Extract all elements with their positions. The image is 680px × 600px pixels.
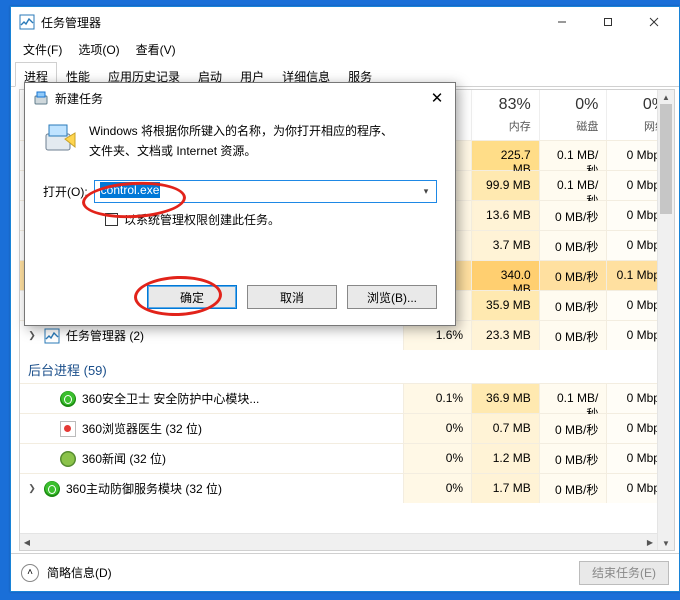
browse-button[interactable]: 浏览(B)... [347,285,437,309]
table-row[interactable]: 360安全卫士 安全防护中心模块... 0.1% 36.9 MB 0.1 MB/… [20,383,674,413]
task-manager-process-icon [44,328,60,344]
run-icon [43,121,77,155]
chevron-down-icon[interactable]: ▾ [418,186,434,197]
task-manager-icon [19,14,35,30]
menu-options[interactable]: 选项(O) [72,39,125,60]
vertical-scrollbar[interactable]: ▲ ▼ [657,90,674,550]
scroll-left-icon[interactable]: ◀ [20,534,34,550]
menubar: 文件(F) 选项(O) 查看(V) [11,37,679,61]
open-combobox[interactable]: control.exe ▾ [94,180,437,203]
group-header-background: 后台进程 (59) [20,350,674,383]
dialog-title: 新建任务 [55,90,423,107]
expander-icon[interactable]: ❯ [26,483,38,494]
footer: ˄ 简略信息(D) 结束任务(E) [11,553,679,591]
maximize-button[interactable] [585,7,631,37]
open-input[interactable]: control.exe [97,182,418,201]
dialog-titlebar[interactable]: 新建任务 ✕ [25,83,455,113]
process-name: 任务管理器 (2) [66,327,144,344]
process-name: 360安全卫士 安全防护中心模块... [82,390,259,407]
cancel-button[interactable]: 取消 [247,285,337,309]
end-task-button[interactable]: 结束任务(E) [579,561,669,585]
process-name: 360新闻 (32 位) [82,450,166,467]
scroll-right-icon[interactable]: ▶ [643,534,657,550]
scroll-up-icon[interactable]: ▲ [658,90,674,104]
news-icon [60,451,76,467]
shield-icon [60,391,76,407]
admin-checkbox-label: 以系统管理权限创建此任务。 [124,211,280,228]
menu-file[interactable]: 文件(F) [17,39,68,60]
chevron-up-icon: ˄ [21,564,39,582]
process-name: 360主动防御服务模块 (32 位) [66,480,222,497]
menu-view[interactable]: 查看(V) [130,39,182,60]
table-row[interactable]: ❯ 360主动防御服务模块 (32 位) 0% 1.7 MB 0 MB/秒 0 … [20,473,674,503]
window-title: 任务管理器 [41,14,539,31]
shield-icon [44,481,60,497]
horizontal-scrollbar[interactable]: ◀ ▶ [20,533,657,550]
dialog-message: Windows 将根据你所键入的名称，为你打开相应的程序、 文件夹、文档或 In… [89,121,393,162]
scroll-down-icon[interactable]: ▼ [658,536,674,550]
scrollbar-thumb[interactable] [660,104,672,214]
col-disk[interactable]: 0%磁盘 [539,90,607,140]
col-memory[interactable]: 83%内存 [471,90,539,140]
titlebar[interactable]: 任务管理器 [11,7,679,37]
dialog-close-button[interactable]: ✕ [423,87,451,109]
close-button[interactable] [631,7,677,37]
fewer-details-button[interactable]: ˄ 简略信息(D) [21,564,579,582]
run-dialog-icon [33,90,49,106]
document-icon [60,421,76,437]
run-dialog: 新建任务 ✕ Windows 将根据你所键入的名称，为你打开相应的程序、 文件夹… [24,82,456,326]
table-row[interactable]: 360浏览器医生 (32 位) 0% 0.7 MB 0 MB/秒 0 Mbps [20,413,674,443]
cell-memory: 225.7 MB [471,141,539,170]
process-name: 360浏览器医生 (32 位) [82,420,202,437]
open-label: 打开(O): [43,183,88,200]
cell-disk: 0.1 MB/秒 [539,141,607,170]
minimize-button[interactable] [539,7,585,37]
admin-checkbox[interactable] [105,213,118,226]
expander-icon[interactable]: ❯ [26,330,38,341]
table-row[interactable]: 360新闻 (32 位) 0% 1.2 MB 0 MB/秒 0 Mbps [20,443,674,473]
ok-button[interactable]: 确定 [147,285,237,309]
